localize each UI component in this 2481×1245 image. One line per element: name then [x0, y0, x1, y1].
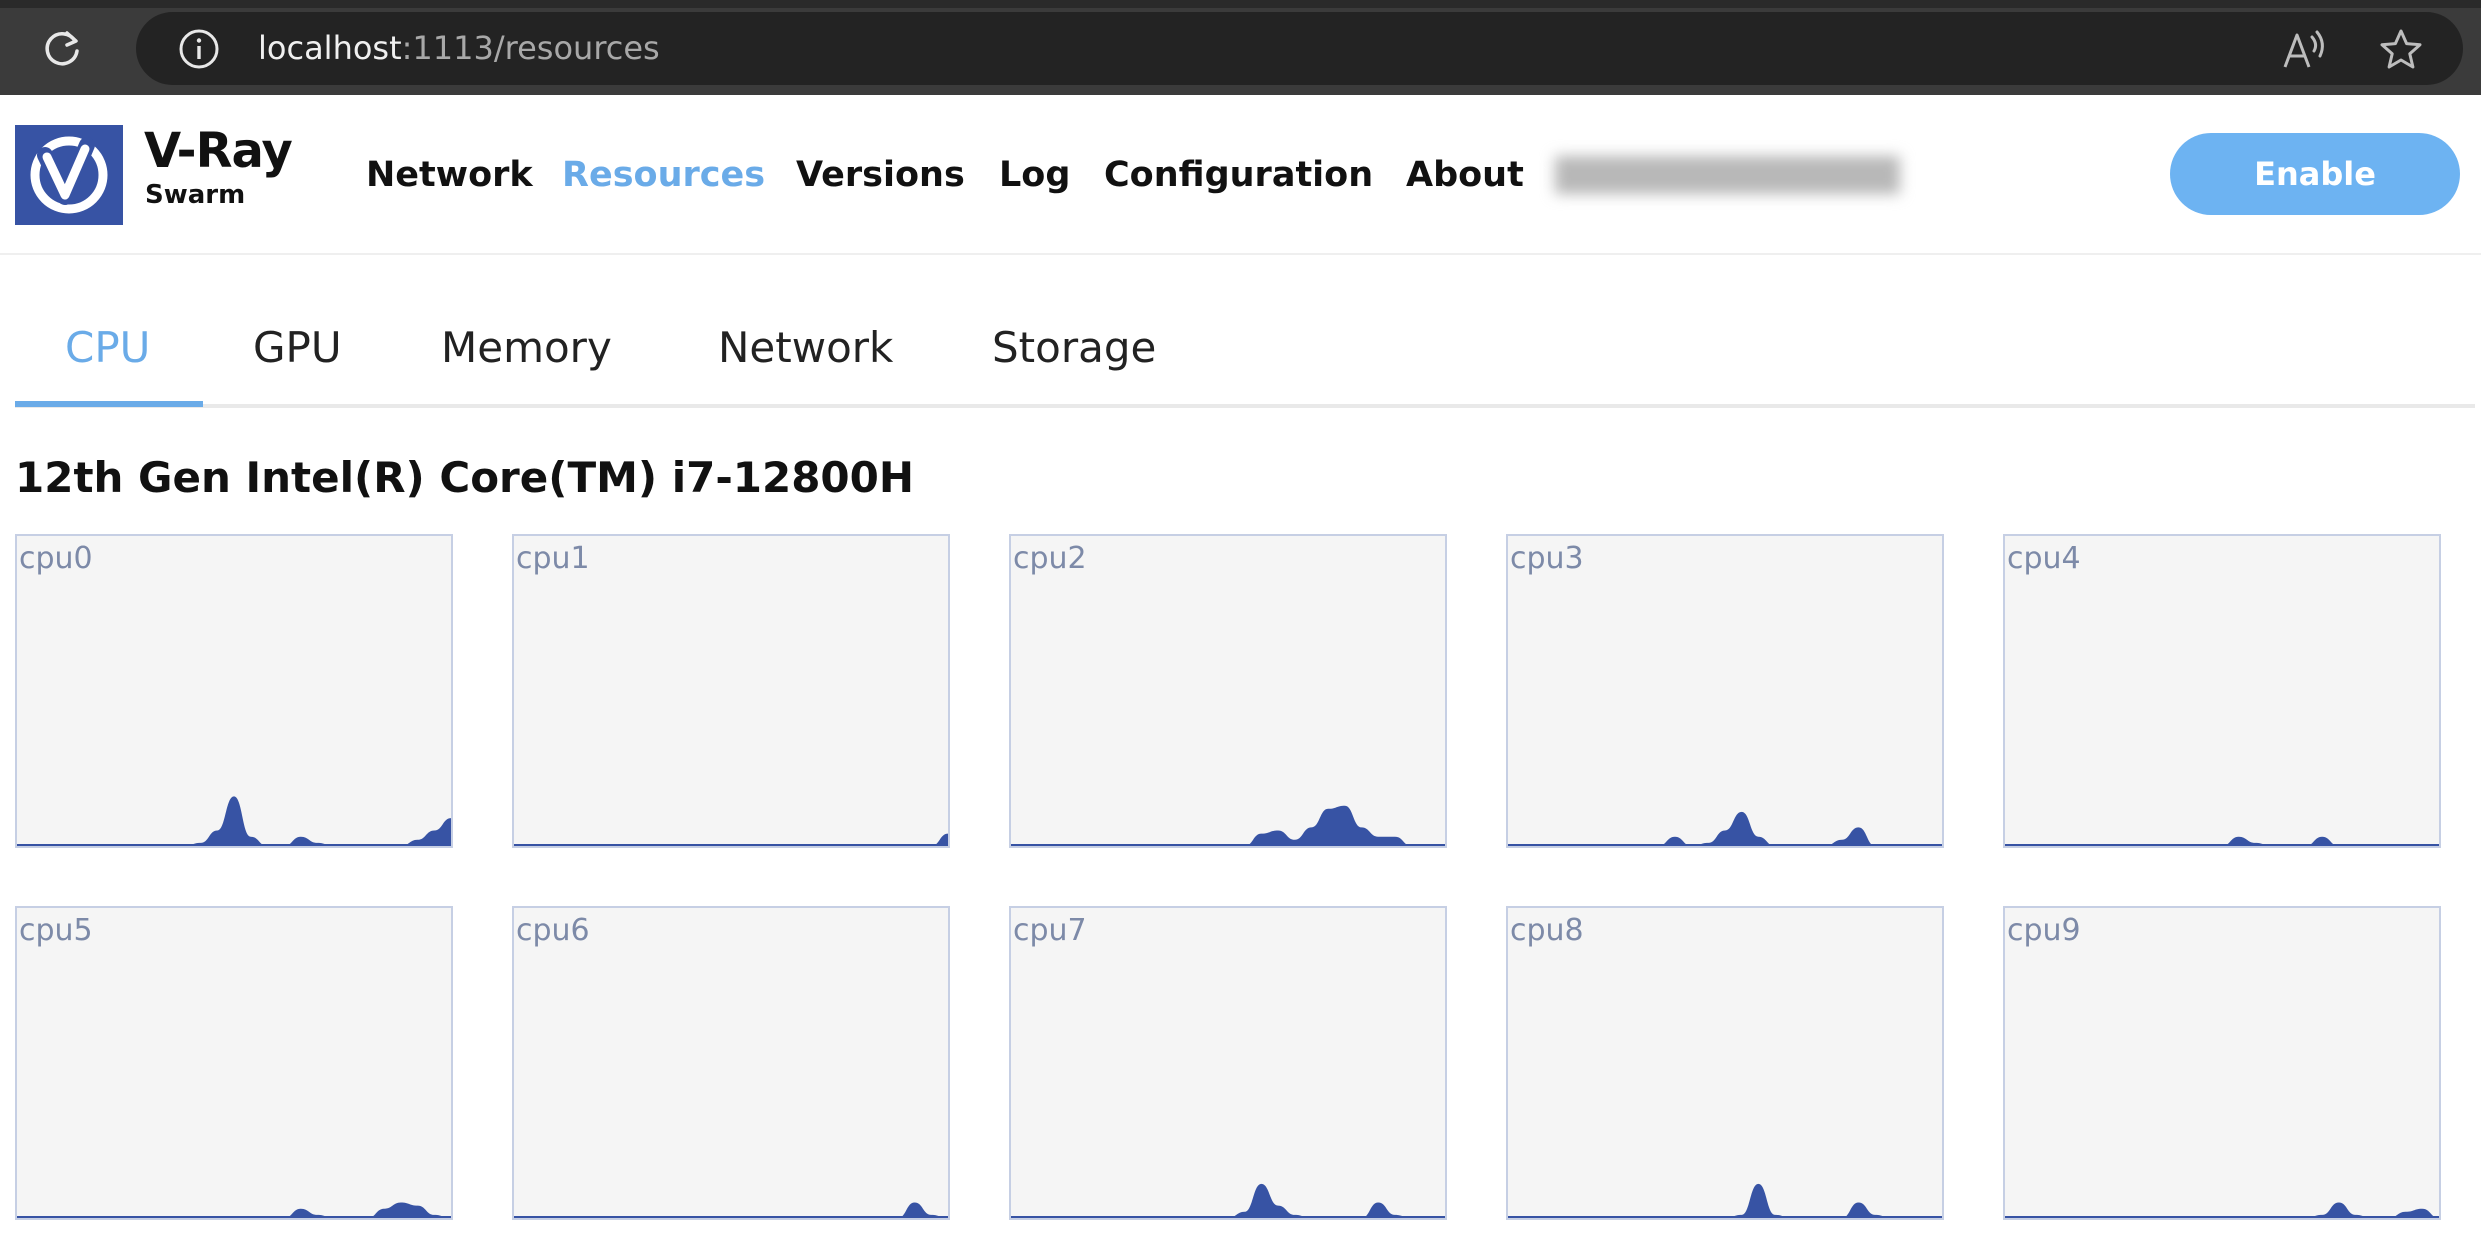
cpu-chart-cpu5: cpu5 — [15, 906, 453, 1220]
cpu-chart-cpu8: cpu8 — [1506, 906, 1944, 1220]
logo-subtitle: Swarm — [145, 180, 246, 210]
cpu-usage-area — [514, 1202, 948, 1218]
tab-storage[interactable]: Storage — [992, 320, 1156, 376]
cpu-chart-label: cpu9 — [2007, 913, 2081, 948]
tab-cpu[interactable]: CPU — [65, 320, 150, 376]
nav-configuration[interactable]: Configuration — [1104, 150, 1373, 200]
nav-log[interactable]: Log — [999, 150, 1070, 200]
redacted-hostname: ██████████████ — [1555, 156, 1900, 194]
cpu-chart-label: cpu7 — [1013, 913, 1087, 948]
cpu-usage-plot — [1508, 811, 1942, 846]
url-path: :1113/resources — [401, 29, 660, 67]
cpu-chart-label: cpu5 — [19, 913, 93, 948]
cpu-usage-area — [2005, 1202, 2439, 1218]
url-host: localhost — [258, 29, 402, 67]
cpu-usage-plot — [2005, 836, 2439, 846]
nav-resources[interactable]: Resources — [562, 150, 765, 200]
address-bar[interactable]: localhost:1113/resources — [136, 12, 2463, 85]
browser-toolbar: localhost:1113/resources — [0, 0, 2481, 95]
cpu-chart-grid: cpu0 cpu1 cpu2 cpu3 cpu4 cpu5 cpu6 cpu7 cpu8 cpu9 — [15, 534, 2445, 1224]
cpu-chart-cpu4: cpu4 — [2003, 534, 2441, 848]
resource-tabs: CPU GPU Memory Network Storage — [15, 300, 2475, 408]
cpu-usage-plot — [1011, 1183, 1445, 1218]
tab-memory[interactable]: Memory — [441, 320, 612, 376]
cpu-usage-area — [1011, 805, 1445, 846]
cpu-usage-plot — [17, 1202, 451, 1218]
cpu-chart-cpu7: cpu7 — [1009, 906, 1447, 1220]
info-icon[interactable] — [178, 28, 220, 70]
cpu-usage-plot — [17, 796, 451, 846]
nav-about[interactable]: About — [1406, 150, 1524, 200]
cpu-usage-plot — [514, 1202, 948, 1218]
cpu-usage-plot — [514, 833, 948, 846]
cpu-chart-label: cpu0 — [19, 541, 93, 576]
cpu-usage-area — [1011, 1183, 1445, 1218]
cpu-usage-plot — [2005, 1202, 2439, 1218]
tab-gpu[interactable]: GPU — [253, 320, 342, 376]
nav-network[interactable]: Network — [366, 150, 533, 200]
enable-button[interactable]: Enable — [2170, 133, 2460, 215]
app-header: V-Ray Swarm Network Resources Versions L… — [0, 95, 2481, 255]
cpu-chart-label: cpu1 — [516, 541, 590, 576]
cpu-usage-area — [17, 796, 451, 846]
url-text[interactable]: localhost:1113/resources — [258, 26, 660, 70]
cpu-chart-cpu9: cpu9 — [2003, 906, 2441, 1220]
cpu-chart-cpu0: cpu0 — [15, 534, 453, 848]
cpu-usage-area — [1508, 1183, 1942, 1218]
cpu-usage-area — [1508, 811, 1942, 846]
cpu-chart-label: cpu6 — [516, 913, 590, 948]
cpu-chart-cpu3: cpu3 — [1506, 534, 1944, 848]
cpu-usage-plot — [1508, 1183, 1942, 1218]
cpu-usage-area — [17, 1202, 451, 1218]
tab-network[interactable]: Network — [718, 320, 893, 376]
cpu-model-title: 12th Gen Intel(R) Core(TM) i7-12800H — [15, 453, 915, 502]
cpu-chart-label: cpu8 — [1510, 913, 1584, 948]
cpu-chart-cpu6: cpu6 — [512, 906, 950, 1220]
cpu-usage-plot — [1011, 805, 1445, 846]
cpu-chart-label: cpu4 — [2007, 541, 2081, 576]
read-aloud-icon[interactable] — [2282, 29, 2330, 71]
cpu-chart-label: cpu3 — [1510, 541, 1584, 576]
vray-logo-icon[interactable] — [15, 125, 123, 225]
cpu-chart-cpu2: cpu2 — [1009, 534, 1447, 848]
favorite-star-icon[interactable] — [2378, 27, 2424, 73]
reload-icon[interactable] — [38, 24, 86, 72]
logo-title: V-Ray — [144, 123, 293, 179]
active-tab-indicator — [15, 401, 203, 407]
cpu-chart-cpu1: cpu1 — [512, 534, 950, 848]
cpu-chart-label: cpu2 — [1013, 541, 1087, 576]
nav-versions[interactable]: Versions — [796, 150, 965, 200]
